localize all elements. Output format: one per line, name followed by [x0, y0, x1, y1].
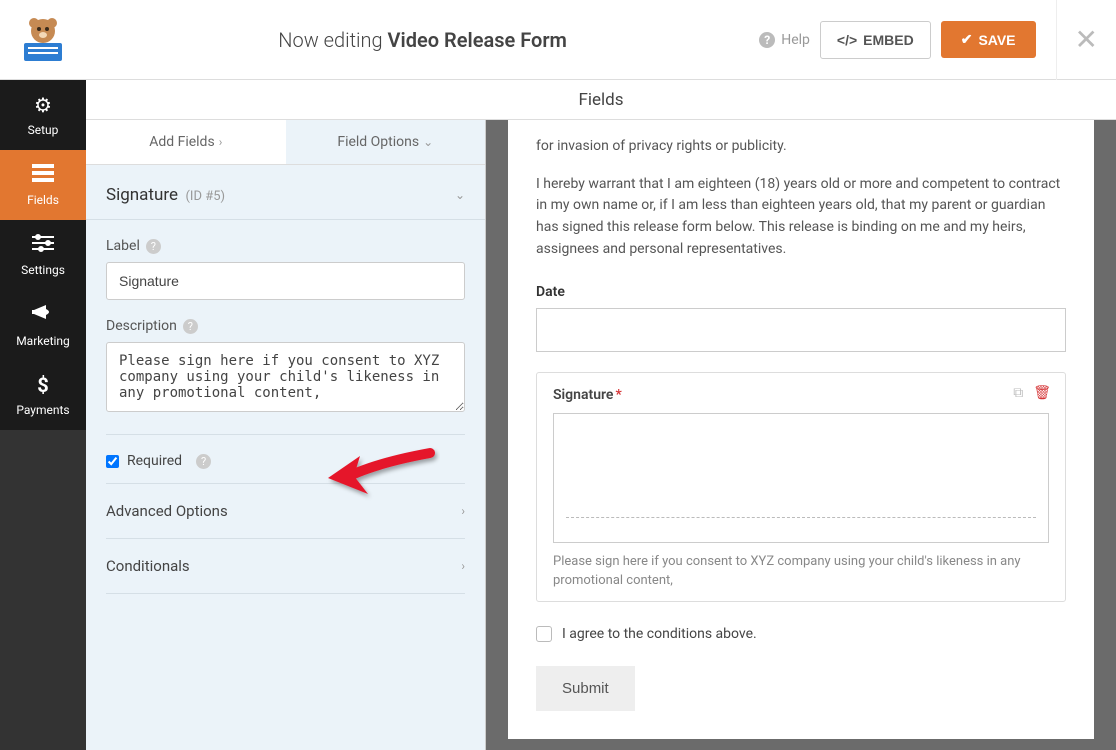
sidebar-item-fields[interactable]: Fields: [0, 150, 86, 220]
signature-field[interactable]: ⧉ 🗑 Signature* Please sign here if you c…: [536, 372, 1066, 602]
save-button[interactable]: ✔ SAVE: [941, 21, 1036, 58]
code-icon: </>: [837, 32, 857, 48]
chevron-down-icon: ⌄: [423, 135, 433, 149]
help-link[interactable]: ? Help: [759, 32, 810, 48]
required-star: *: [615, 387, 621, 403]
help-label: Help: [781, 32, 810, 48]
chevron-down-icon: ⌄: [455, 188, 465, 202]
chevron-right-icon: ›: [461, 559, 465, 573]
label-input[interactable]: [106, 262, 465, 300]
field-tools: ⧉ 🗑: [1013, 385, 1051, 401]
close-icon: ✕: [1075, 23, 1098, 56]
top-header: Now editing Video Release Form ? Help </…: [0, 0, 1116, 80]
embed-label: EMBED: [863, 32, 914, 48]
header-actions: ? Help </> EMBED ✔ SAVE: [759, 21, 1055, 59]
bullhorn-icon: [32, 303, 54, 328]
panel-tabs: Add Fields › Field Options ⌄: [86, 120, 485, 165]
required-label: Required: [127, 453, 182, 469]
label-caption: Label?: [106, 238, 465, 254]
help-icon[interactable]: ?: [183, 319, 198, 334]
sidebar-item-payments[interactable]: $ Payments: [0, 360, 86, 430]
signature-label: Signature*: [553, 387, 1049, 403]
body-text-fragment: for invasion of privacy rights or public…: [536, 120, 1066, 158]
advanced-label: Advanced Options: [106, 502, 228, 520]
sidebar-label: Payments: [16, 403, 69, 417]
agree-label: I agree to the conditions above.: [562, 626, 757, 642]
signature-pad[interactable]: [553, 413, 1049, 543]
tab-field-options[interactable]: Field Options ⌄: [286, 120, 486, 164]
editing-prefix: Now editing: [278, 28, 387, 52]
gear-icon: ⚙: [34, 93, 52, 117]
tab-add-fields[interactable]: Add Fields ›: [86, 120, 286, 164]
date-input[interactable]: [536, 308, 1066, 352]
chevron-right-icon: ›: [461, 504, 465, 518]
sidebar-label: Marketing: [16, 334, 70, 348]
help-icon: ?: [759, 32, 775, 48]
conditionals-label: Conditionals: [106, 557, 190, 575]
submit-button[interactable]: Submit: [536, 666, 635, 711]
field-header-toggle[interactable]: Signature (ID #5) ⌄: [86, 165, 485, 220]
save-label: SAVE: [978, 32, 1015, 48]
description-textarea[interactable]: [106, 342, 465, 412]
advanced-options-toggle[interactable]: Advanced Options ›: [106, 484, 465, 539]
left-sidebar: ⚙ Setup Fields Settings Marketing $ Paym…: [0, 80, 86, 750]
date-field[interactable]: Date: [536, 284, 1066, 352]
form-preview-card: for invasion of privacy rights or public…: [508, 120, 1094, 739]
sidebar-label: Fields: [27, 193, 59, 207]
conditionals-toggle[interactable]: Conditionals ›: [106, 539, 465, 594]
sidebar-label: Settings: [21, 263, 65, 277]
form-preview-area: for invasion of privacy rights or public…: [486, 120, 1116, 750]
sidebar-item-settings[interactable]: Settings: [0, 220, 86, 290]
embed-button[interactable]: </> EMBED: [820, 21, 931, 59]
chevron-right-icon: ›: [219, 135, 223, 149]
field-options-panel: Add Fields › Field Options ⌄ Signature (ID…: [86, 120, 486, 750]
tab-label: Add Fields: [149, 134, 215, 150]
required-checkbox[interactable]: [106, 455, 119, 468]
agree-field[interactable]: I agree to the conditions above.: [536, 626, 1066, 642]
agree-checkbox[interactable]: [536, 626, 552, 642]
signature-description: Please sign here if you consent to XYZ c…: [553, 553, 1049, 591]
field-body: Label? Description? Required ? Advanced …: [86, 220, 485, 612]
desc-caption: Description?: [106, 318, 465, 334]
app-logo: [0, 13, 86, 67]
panel-title: Fields: [86, 80, 1116, 120]
help-icon[interactable]: ?: [196, 454, 211, 469]
list-icon: [32, 163, 54, 187]
field-name: Signature: [106, 185, 178, 205]
close-button[interactable]: ✕: [1056, 0, 1116, 80]
sidebar-item-marketing[interactable]: Marketing: [0, 290, 86, 360]
tab-label: Field Options: [337, 134, 419, 150]
body-text: I hereby warrant that I am eighteen (18)…: [536, 174, 1066, 261]
editing-title: Now editing Video Release Form: [86, 28, 759, 52]
duplicate-icon[interactable]: ⧉: [1013, 385, 1023, 401]
sliders-icon: [32, 233, 54, 257]
form-name: Video Release Form: [388, 28, 567, 52]
description-row: Description?: [106, 318, 465, 416]
sidebar-item-setup[interactable]: ⚙ Setup: [0, 80, 86, 150]
trash-icon[interactable]: 🗑: [1033, 385, 1051, 401]
sidebar-label: Setup: [28, 123, 59, 137]
field-id: (ID #5): [185, 189, 225, 204]
check-icon: ✔: [961, 31, 973, 48]
date-label: Date: [536, 284, 1066, 300]
label-row: Label?: [106, 238, 465, 300]
dollar-icon: $: [37, 373, 48, 397]
required-row: Required ?: [106, 434, 465, 484]
help-icon[interactable]: ?: [146, 239, 161, 254]
